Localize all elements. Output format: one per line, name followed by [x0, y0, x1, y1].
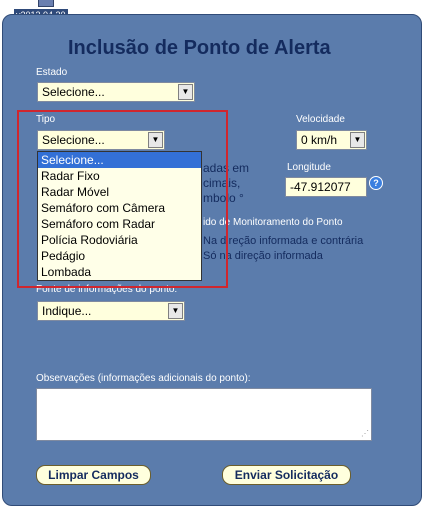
fonte-value: Indique...: [42, 304, 92, 318]
observacoes-textarea[interactable]: ⋰: [36, 388, 372, 441]
chevron-down-icon[interactable]: ▼: [178, 84, 193, 100]
help-icon[interactable]: ?: [369, 176, 383, 190]
longitude-input[interactable]: -47.912077: [285, 177, 367, 197]
estado-value: Selecione...: [42, 85, 105, 99]
velocidade-value: 0 km/h: [301, 133, 338, 147]
estado-select[interactable]: Selecione... ▼: [37, 82, 195, 102]
estado-label: Estado: [36, 67, 68, 78]
velocidade-select[interactable]: 0 km/h ▼: [296, 130, 367, 150]
chevron-down-icon[interactable]: ▼: [168, 303, 183, 319]
page-title: Inclusão de Ponto de Alerta: [68, 37, 331, 59]
observacoes-label: Observações (informações adicionais do p…: [36, 373, 251, 384]
clear-button[interactable]: Limpar Campos: [36, 465, 151, 485]
highlight-box: [17, 110, 228, 288]
velocidade-label: Velocidade: [296, 114, 345, 125]
chevron-down-icon[interactable]: ▼: [350, 132, 365, 148]
resize-grip-icon[interactable]: ⋰: [361, 429, 369, 438]
submit-button[interactable]: Enviar Solicitação: [222, 465, 351, 485]
app-icon: [38, 0, 54, 7]
longitude-label: Longitude: [287, 162, 331, 173]
fonte-select[interactable]: Indique... ▼: [37, 301, 185, 321]
